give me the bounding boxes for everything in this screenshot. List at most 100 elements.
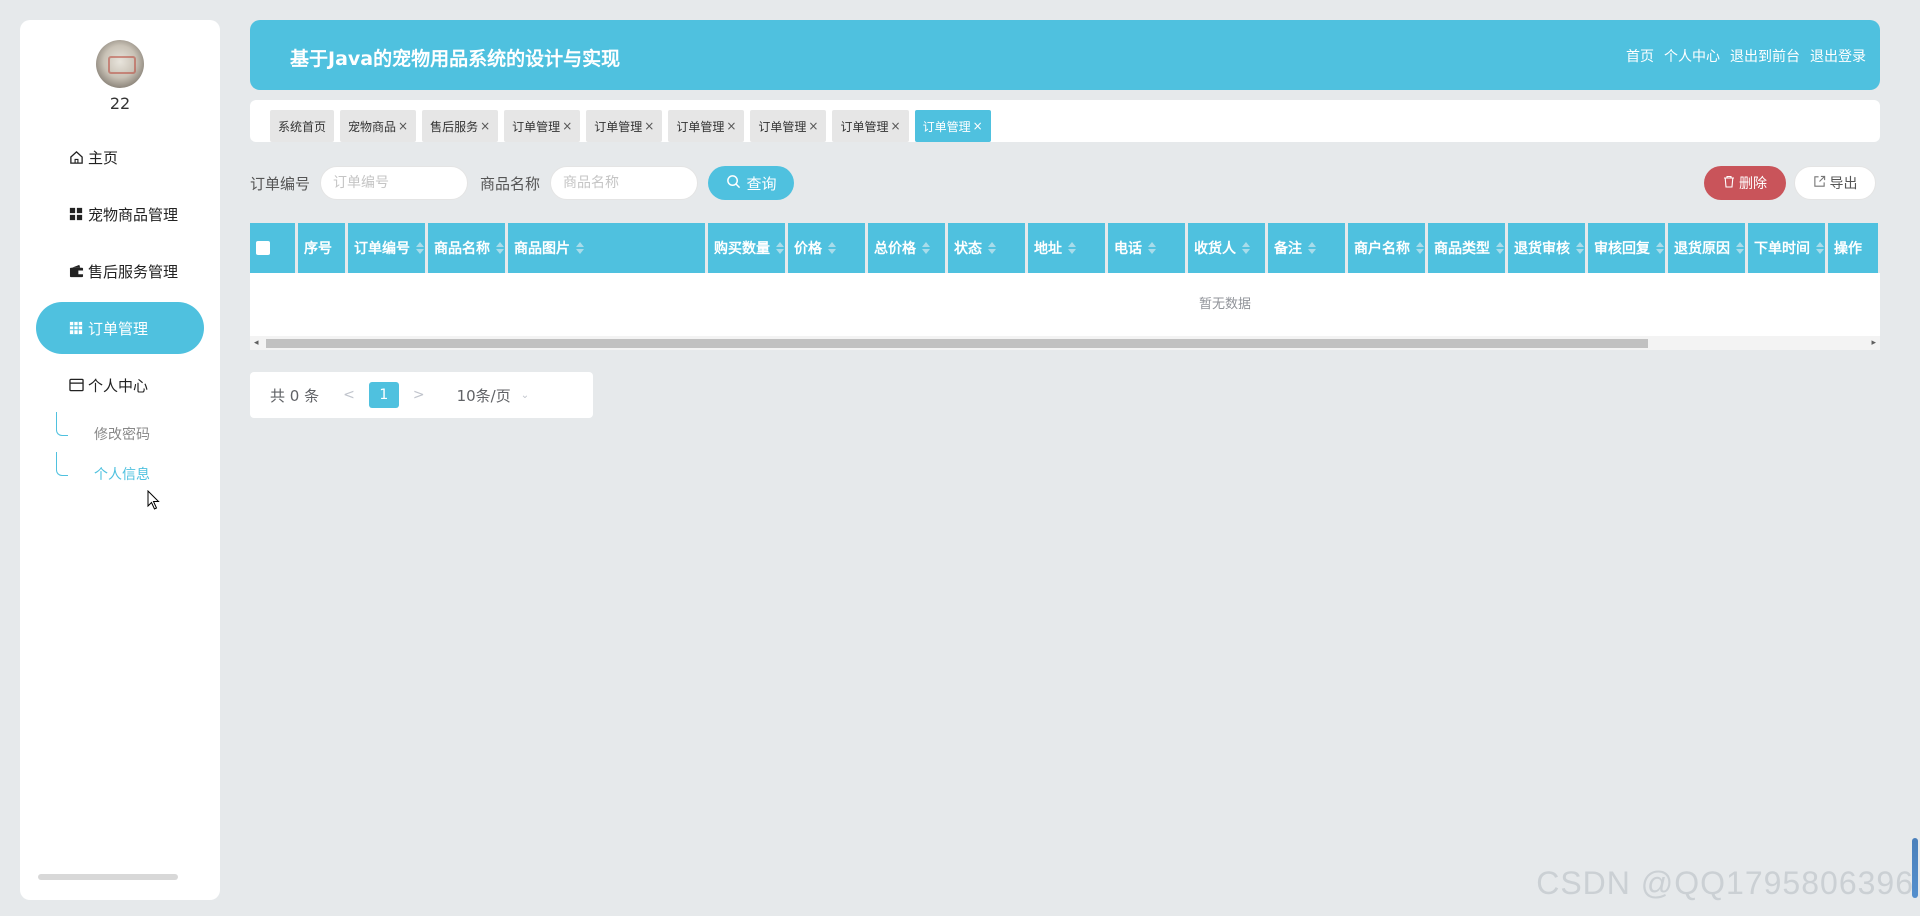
column-header[interactable]: 地址 (1028, 223, 1105, 273)
tab-orders-active[interactable]: 订单管理 × (914, 110, 991, 142)
sidebar-item-label: 售后服务管理 (88, 262, 179, 281)
sort-icon[interactable] (1656, 242, 1664, 254)
nav-exit-to-front-link[interactable]: 退出到前台 (1730, 46, 1800, 66)
tab-orders[interactable]: 订单管理 × (832, 110, 909, 142)
sidebar-item-pet-products[interactable]: 宠物商品管理 (36, 188, 204, 240)
column-header[interactable]: 价格 (788, 223, 865, 273)
export-button[interactable]: 导出 (1794, 166, 1876, 200)
column-header-label: 退货审核 (1514, 241, 1570, 257)
sort-icon[interactable] (496, 242, 504, 254)
sort-icon[interactable] (416, 242, 424, 254)
nav-logout-link[interactable]: 退出登录 (1810, 46, 1866, 66)
sidebar-item-personal-center[interactable]: 个人中心 (36, 359, 204, 411)
sort-icon[interactable] (776, 242, 784, 254)
orders-table: 序号 订单编号 商品名称 商品图片 购买数量 价格 总价格 状态 地址 电话 收… (250, 223, 1880, 350)
table-icon (68, 320, 84, 336)
tab-pet-products[interactable]: 宠物商品 × (340, 110, 417, 142)
delete-button[interactable]: 删除 (1704, 166, 1786, 200)
select-all-checkbox[interactable] (256, 241, 270, 255)
sidebar-subitem-change-password[interactable]: 修改密码 (56, 412, 220, 454)
tab-system-home[interactable]: 系统首页 (270, 110, 335, 142)
tab-after-sales[interactable]: 售后服务 × (422, 110, 499, 142)
sidebar-item-label: 订单管理 (88, 319, 149, 338)
sort-icon[interactable] (1736, 242, 1744, 254)
query-button[interactable]: 查询 (708, 166, 795, 200)
close-icon[interactable]: × (973, 119, 983, 133)
tab-label: 系统首页 (278, 119, 327, 134)
order-no-input[interactable] (320, 166, 469, 200)
column-header[interactable]: 购买数量 (708, 223, 785, 273)
column-header[interactable]: 商户名称 (1348, 223, 1425, 273)
column-header[interactable]: 订单编号 (348, 223, 425, 273)
horizontal-scrollbar[interactable]: ◂ ▸ (250, 336, 1880, 350)
tab-label: 订单管理 (676, 119, 725, 134)
close-icon[interactable]: × (644, 119, 654, 133)
user-profile: 22 (20, 20, 220, 113)
column-header[interactable]: 序号 (298, 223, 345, 273)
close-icon[interactable]: × (726, 119, 736, 133)
tab-orders[interactable]: 订单管理 × (504, 110, 581, 142)
column-header[interactable]: 收货人 (1188, 223, 1265, 273)
avatar[interactable] (96, 40, 144, 88)
sidebar-subitem-personal-info[interactable]: 个人信息 (56, 452, 220, 494)
scrollbar-thumb[interactable] (266, 339, 1648, 348)
sort-icon[interactable] (576, 242, 584, 254)
sidebar-subitem-label: 个人信息 (94, 467, 150, 483)
close-icon[interactable]: × (808, 119, 818, 133)
column-header-label: 操作 (1834, 241, 1862, 257)
scroll-left-icon[interactable]: ◂ (254, 339, 259, 348)
column-header[interactable]: 退货审核 (1508, 223, 1585, 273)
next-page-button[interactable]: > (413, 387, 425, 403)
scroll-right-icon[interactable]: ▸ (1871, 339, 1876, 348)
column-header[interactable]: 商品名称 (428, 223, 505, 273)
column-header[interactable]: 备注 (1268, 223, 1345, 273)
sort-icon[interactable] (1496, 242, 1504, 254)
tab-orders[interactable]: 订单管理 × (586, 110, 663, 142)
card-icon (68, 377, 84, 393)
column-header[interactable]: 下单时间 (1748, 223, 1825, 273)
column-header[interactable]: 商品图片 (508, 223, 705, 273)
close-icon[interactable]: × (398, 119, 408, 133)
sidebar-item-label: 主页 (88, 148, 119, 167)
home-icon (68, 149, 84, 165)
sort-icon[interactable] (1816, 242, 1824, 254)
tab-label: 订单管理 (840, 119, 889, 134)
nav-home-link[interactable]: 首页 (1626, 46, 1654, 66)
tab-label: 订单管理 (922, 119, 971, 134)
sort-icon[interactable] (1576, 242, 1584, 254)
sort-icon[interactable] (1148, 242, 1156, 254)
close-icon[interactable]: × (562, 119, 572, 133)
nav-personal-center-link[interactable]: 个人中心 (1664, 46, 1720, 66)
column-header[interactable]: 审核回复 (1588, 223, 1665, 273)
sort-icon[interactable] (1308, 242, 1316, 254)
sort-icon[interactable] (1068, 242, 1076, 254)
tab-label: 订单管理 (758, 119, 807, 134)
column-header[interactable]: 状态 (948, 223, 1025, 273)
column-header[interactable]: 电话 (1108, 223, 1185, 273)
sort-icon[interactable] (1242, 242, 1250, 254)
sidebar-scrollbar[interactable] (38, 874, 178, 880)
sort-icon[interactable] (828, 242, 836, 254)
close-icon[interactable]: × (480, 119, 490, 133)
sort-icon[interactable] (922, 242, 930, 254)
tab-bar: 系统首页 宠物商品 × 售后服务 × 订单管理 × 订单管理 × 订单管理 × … (250, 100, 1880, 142)
select-all-header (250, 223, 295, 273)
sidebar-menu: 主页 宠物商品管理 售后服务管理 订单管理 个人中心 修改密码 个人信息 (20, 131, 220, 494)
tab-orders[interactable]: 订单管理 × (750, 110, 827, 142)
page-button-current[interactable]: 1 (368, 382, 399, 408)
page-size-select[interactable]: 10条/页 ⌄ (457, 385, 530, 406)
tab-orders[interactable]: 订单管理 × (668, 110, 745, 142)
mouse-cursor-icon (147, 489, 161, 514)
sidebar-item-after-sales[interactable]: 售后服务管理 (36, 245, 204, 297)
column-header[interactable]: 操作 (1828, 223, 1878, 273)
column-header[interactable]: 总价格 (868, 223, 945, 273)
column-header[interactable]: 商品类型 (1428, 223, 1505, 273)
sort-icon[interactable] (1416, 242, 1424, 254)
sidebar-item-orders[interactable]: 订单管理 (36, 302, 204, 354)
product-name-input[interactable] (550, 166, 699, 200)
sidebar-item-home[interactable]: 主页 (36, 131, 204, 183)
prev-page-button[interactable]: < (343, 387, 355, 403)
column-header[interactable]: 退货原因 (1668, 223, 1745, 273)
close-icon[interactable]: × (891, 119, 901, 133)
sort-icon[interactable] (988, 242, 996, 254)
